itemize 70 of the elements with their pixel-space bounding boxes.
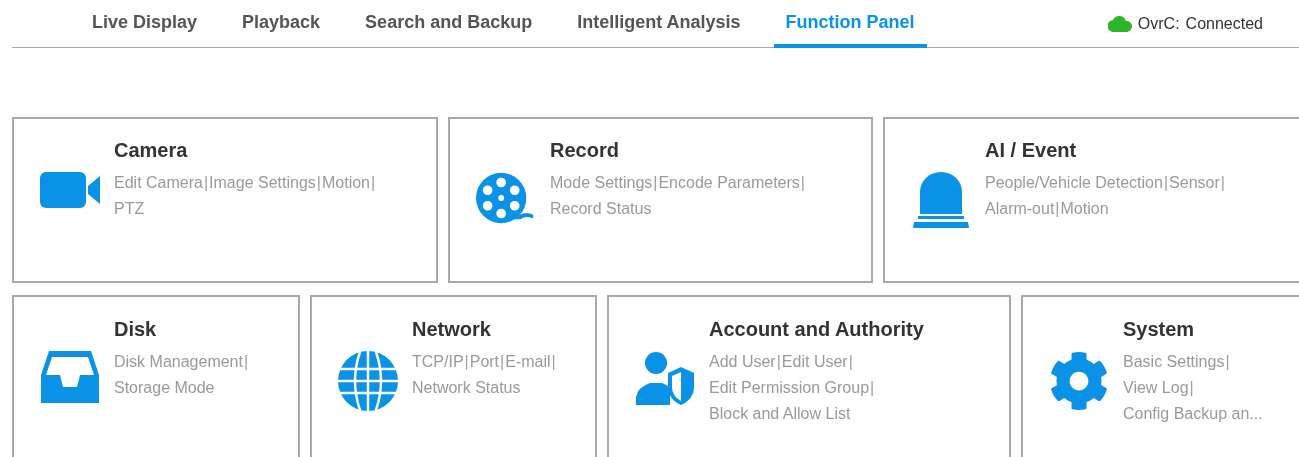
function-card[interactable]: AI / Event People/Vehicle Detection|Sensor| Alarm-out|Motion [883, 117, 1299, 283]
function-link[interactable]: PTZ [114, 196, 145, 222]
link-separator: | [243, 352, 249, 372]
alarm-light-icon [912, 172, 970, 228]
function-link[interactable]: Add User [709, 349, 776, 375]
cloud-label: OvrC: [1137, 14, 1180, 33]
card-title: Camera [114, 139, 189, 162]
function-link[interactable]: Record Status [550, 196, 652, 222]
user-shield-icon [636, 351, 694, 405]
function-link[interactable]: Mode Settings [550, 170, 653, 196]
function-link[interactable]: Edit User [781, 349, 848, 375]
function-card[interactable]: Account and Authority Add User|Edit User| Edit Permission Group| Block and Allow List [607, 295, 1011, 457]
function-card[interactable]: Record Mode Settings|Encode Parameters| Record Status [448, 117, 873, 283]
link-separator: | [800, 173, 805, 193]
function-link[interactable]: Alarm-out [985, 196, 1055, 222]
function-link[interactable]: Config Backup an... [1123, 401, 1263, 427]
function-link[interactable]: Motion [1060, 196, 1109, 222]
globe-icon [338, 351, 398, 411]
function-link[interactable]: Image Settings [209, 170, 316, 196]
card-title: Network [412, 318, 492, 341]
card-title: AI / Event [985, 139, 1078, 162]
connection-status: Connected [1185, 14, 1263, 33]
function-link[interactable]: Edit Camera [114, 170, 203, 196]
video-camera-icon [40, 172, 100, 208]
function-link[interactable]: Storage Mode [114, 375, 215, 401]
link-separator: | [316, 173, 321, 193]
function-card[interactable]: System Basic Settings| View Log| Config Backup an... [1021, 295, 1299, 457]
link-separator: | [848, 352, 853, 372]
link-separator: | [1189, 378, 1194, 398]
function-card[interactable]: Camera Edit Camera|Image Settings|Motion| PTZ [12, 117, 438, 283]
function-link[interactable]: Disk Management [114, 349, 243, 375]
nav-tab[interactable]: Intelligent Analysis [565, 0, 753, 48]
link-separator: | [1055, 199, 1060, 219]
link-separator: | [500, 352, 505, 372]
card-title: Account and Authority [709, 318, 925, 341]
film-reel-icon [476, 172, 536, 224]
link-separator: | [371, 173, 376, 193]
function-card[interactable]: Network TCP/IP|Port|E-mail| Network Status [310, 295, 597, 457]
link-separator: | [870, 378, 875, 398]
function-link[interactable]: People/Vehicle Detection [985, 170, 1163, 196]
function-link[interactable]: E-mail [505, 349, 551, 375]
cloud-icon [1107, 15, 1132, 32]
link-separator: | [653, 173, 658, 193]
function-link[interactable]: Network Status [412, 375, 521, 401]
card-title: Record [550, 139, 620, 162]
function-link[interactable]: Edit Permission Group [709, 375, 870, 401]
nav-tab[interactable]: Function Panel [773, 0, 927, 48]
function-link[interactable]: Sensor [1169, 170, 1220, 196]
link-separator: | [1225, 352, 1230, 372]
function-link[interactable]: Block and Allow List [709, 401, 851, 427]
function-link[interactable]: View Log [1123, 375, 1189, 401]
nav-tab[interactable]: Search and Backup [353, 0, 545, 48]
link-separator: | [776, 352, 781, 372]
gear-icon [1049, 351, 1109, 411]
link-separator: | [1220, 173, 1225, 193]
function-link[interactable]: Basic Settings [1123, 349, 1225, 375]
inbox-tray-icon [41, 351, 99, 403]
function-card[interactable]: Disk Disk Management| Storage Mode [12, 295, 300, 457]
card-title: System [1123, 318, 1196, 341]
card-title: Disk [114, 318, 158, 341]
link-separator: | [203, 173, 209, 193]
link-separator: | [551, 352, 556, 372]
function-link[interactable]: Motion [321, 170, 370, 196]
function-link[interactable]: TCP/IP [412, 349, 464, 375]
nav-tab[interactable]: Live Display [80, 0, 210, 48]
nav-tab[interactable]: Playback [230, 0, 333, 48]
function-link[interactable]: Encode Parameters [658, 170, 800, 196]
link-separator: | [1163, 173, 1169, 193]
link-separator: | [464, 352, 469, 372]
function-link[interactable]: Port [469, 349, 500, 375]
